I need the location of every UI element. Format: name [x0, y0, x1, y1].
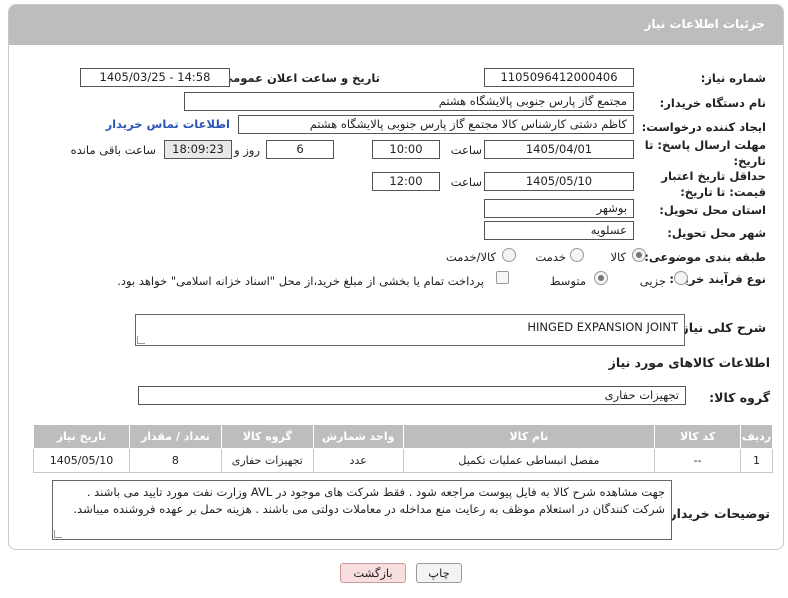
page: AriaTender.net جزئیات اطلاعات نیاز شماره… — [0, 0, 788, 598]
price-validity-label: حداقل تاریخ اعتبار قیمت: تا تاریخ: — [661, 169, 766, 199]
table-row: 1 -- مفصل انبساطی عملیات تکمیل عدد تجهیز… — [33, 448, 773, 473]
creator-field: کاظم دشتی کارشناس کالا مجتمع گاز پارس جن… — [238, 115, 634, 134]
cell-need-date: 1405/05/10 — [33, 448, 130, 473]
category-radio-both[interactable] — [502, 248, 516, 262]
col-group: گروه کالا — [220, 424, 314, 449]
col-row: ردیف — [740, 424, 773, 449]
announce-label: تاریخ و ساعت اعلان عمومی: — [216, 71, 380, 85]
price-validity-date-field: 1405/05/10 — [484, 172, 634, 191]
description-textarea[interactable]: HINGED EXPANSION JOINT — [135, 314, 685, 346]
days-label: روز و — [234, 143, 260, 157]
province-label: استان محل تحویل: — [659, 203, 766, 217]
resize-grip[interactable] — [137, 336, 145, 344]
price-validity-time-label: ساعت — [450, 175, 482, 189]
col-quantity: تعداد / مقدار — [129, 424, 222, 449]
time-remaining-field: 18:09:23 — [164, 140, 232, 159]
print-button[interactable]: چاپ — [416, 563, 462, 583]
city-field: عسلویه — [484, 221, 634, 240]
category-option-service: خدمت — [535, 250, 566, 264]
process-option-minor: جزیی — [639, 274, 666, 288]
province-field: بوشهر — [484, 199, 634, 218]
back-button[interactable]: بازگشت — [340, 563, 406, 583]
process-radio-medium[interactable] — [594, 271, 608, 285]
treasury-payment-checkbox[interactable] — [496, 271, 509, 284]
category-option-both: کالا/خدمت — [445, 250, 496, 264]
deadline-time-field: 10:00 — [372, 140, 440, 159]
description-text: HINGED EXPANSION JOINT — [527, 320, 678, 334]
process-option-medium: متوسط — [549, 274, 586, 288]
col-need-date: تاریخ نیاز — [33, 424, 130, 449]
goods-group-field: تجهیزات حفاری — [138, 386, 686, 405]
category-radio-service[interactable] — [570, 248, 584, 262]
need-number-field: 1105096412000406 — [484, 68, 634, 87]
process-radio-minor[interactable] — [674, 271, 688, 285]
creator-label: ایجاد کننده درخواست: — [641, 120, 766, 134]
price-validity-time-field: 12:00 — [372, 172, 440, 191]
cell-unit: عدد — [312, 448, 404, 473]
cell-row: 1 — [740, 448, 773, 473]
deadline-label: مهلت ارسال پاسخ: تا تاریخ: — [644, 138, 766, 168]
cell-quantity: 8 — [129, 448, 222, 473]
col-name: نام کالا — [402, 424, 656, 449]
days-remaining-field: 6 — [266, 140, 334, 159]
buyer-notes-textarea[interactable]: جهت مشاهده شرح کالا به فایل پیوست مراجعه… — [52, 480, 672, 540]
resize-grip[interactable] — [54, 530, 62, 538]
buyer-label: نام دستگاه خریدار: — [659, 96, 766, 110]
buyer-contact-link[interactable]: اطلاعات تماس خریدار — [106, 117, 230, 131]
category-radio-goods[interactable] — [632, 248, 646, 262]
goods-group-label: گروه کالا: — [709, 390, 770, 405]
deadline-date-field: 1405/04/01 — [484, 140, 634, 159]
deadline-time-label: ساعت — [450, 143, 482, 157]
category-option-goods: کالا — [610, 250, 626, 264]
treasury-payment-note: پرداخت تمام یا بخشی از مبلغ خرید،از محل … — [117, 274, 484, 288]
col-code: کد کالا — [654, 424, 742, 449]
cell-name: مفصل انبساطی عملیات تکمیل — [402, 448, 656, 473]
need-number-label: شماره نیاز: — [700, 71, 766, 85]
time-remaining-label: ساعت باقی مانده — [70, 143, 156, 157]
card-header: جزئیات اطلاعات نیاز — [9, 5, 783, 45]
category-label: طبقه بندی موضوعی: — [644, 250, 766, 264]
items-table: ردیف کد کالا نام کالا واحد شمارش گروه کا… — [33, 424, 773, 473]
goods-info-title: اطلاعات کالاهای مورد نیاز — [608, 355, 770, 370]
page-title: جزئیات اطلاعات نیاز — [644, 17, 765, 31]
col-unit: واحد شمارش — [312, 424, 404, 449]
items-table-header: ردیف کد کالا نام کالا واحد شمارش گروه کا… — [33, 424, 773, 449]
city-label: شهر محل تحویل: — [667, 226, 766, 240]
description-label: شرح کلی نیاز: — [676, 320, 766, 335]
buyer-notes-text: جهت مشاهده شرح کالا به فایل پیوست مراجعه… — [73, 485, 665, 516]
buyer-notes-label: توضیحات خریدار: — [664, 506, 770, 521]
cell-group: تجهیزات حفاری — [220, 448, 314, 473]
announce-field: 1405/03/25 - 14:58 — [80, 68, 230, 87]
buyer-field: مجتمع گاز پارس جنوبی پالایشگاه هشتم — [184, 92, 634, 111]
cell-code: -- — [654, 448, 742, 473]
